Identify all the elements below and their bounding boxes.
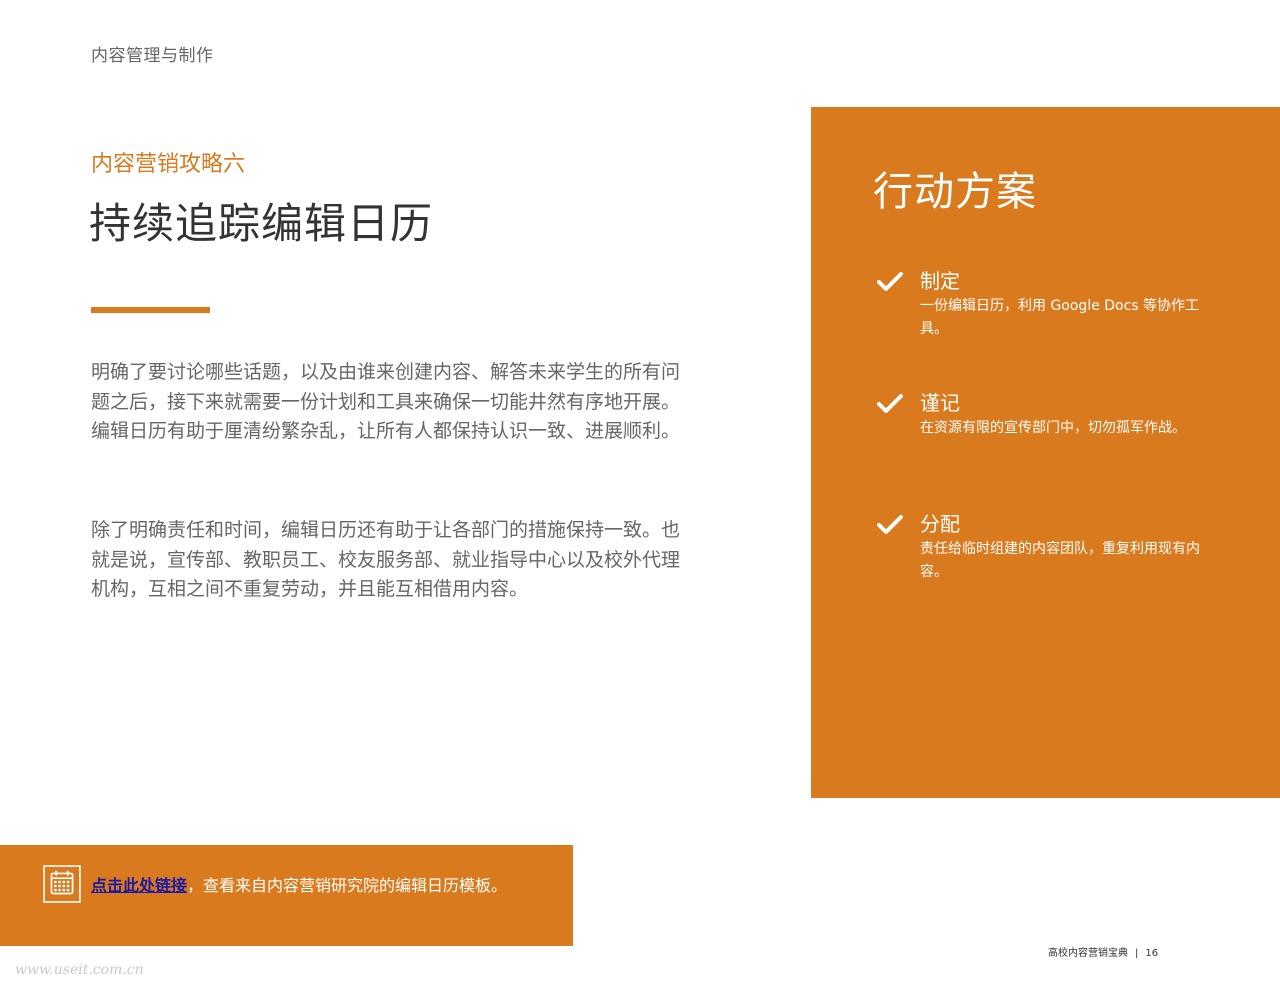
- page-footer: 高校内容营销宝典 | 16: [1048, 944, 1158, 959]
- footer-separator: |: [1135, 948, 1139, 959]
- banner-text: 点击此处链接，查看来自内容营销研究院的编辑日历模板。: [91, 872, 507, 896]
- article-kicker: 内容营销攻略六: [91, 152, 246, 177]
- check-icon: [877, 515, 903, 534]
- action-item-heading: 制定: [920, 269, 960, 293]
- watermark: www.useit.com.cn: [15, 962, 144, 978]
- body-paragraph-2: 除了明确责任和时间，编辑日历还有助于让各部门的措施保持一致。也就是说，宣传部、教…: [91, 519, 681, 600]
- check-icon: [877, 272, 903, 291]
- action-plan-title: 行动方案: [873, 169, 1037, 215]
- calendar-icon: [43, 865, 81, 903]
- action-item-heading: 谨记: [920, 391, 960, 415]
- body-paragraph-1: 明确了要讨论哪些话题，以及由谁来创建内容、解答未来学生的所有问题之后，接下来就需…: [91, 361, 681, 442]
- action-item-description: 在资源有限的宣传部门中，切勿孤军作战。: [920, 420, 1186, 436]
- page-number: 16: [1145, 948, 1159, 959]
- action-item-description: 一份编辑日历，利用 Google Docs 等协作工具。: [920, 298, 1200, 337]
- section-header: 内容管理与制作: [91, 46, 214, 66]
- action-plan-panel: 行动方案 制定 一份编辑日历，利用 Google Docs 等协作工具。 谨记 …: [811, 107, 1280, 798]
- check-icon: [877, 394, 903, 413]
- footer-publication: 高校内容营销宝典: [1048, 948, 1128, 959]
- template-link-banner: 点击此处链接，查看来自内容营销研究院的编辑日历模板。: [0, 845, 573, 946]
- action-item-heading: 分配: [920, 512, 960, 536]
- template-link[interactable]: 点击此处链接: [91, 876, 187, 895]
- banner-description: ，查看来自内容营销研究院的编辑日历模板。: [187, 876, 508, 895]
- page-title: 持续追踪编辑日历: [89, 199, 434, 248]
- title-divider: [91, 307, 210, 313]
- action-item-description: 责任给临时组建的内容团队，重复利用现有内容。: [920, 541, 1200, 580]
